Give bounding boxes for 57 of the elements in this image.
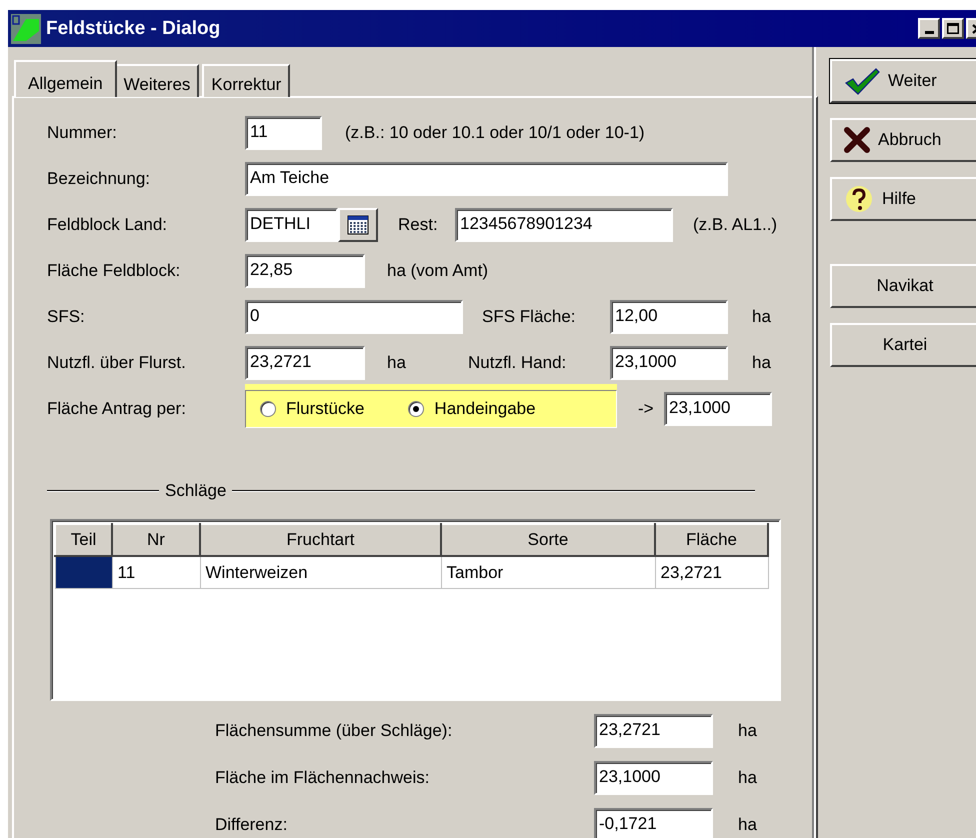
field-note: Nutzfl. Hand:: [468, 353, 568, 373]
tab[interactable]: Weiteres: [114, 64, 200, 97]
field-label: Nutzfl. über Flurst.: [47, 353, 187, 373]
field-note: (z.B.: 10 oder 10.1 oder 10/1 oder 10-1): [345, 123, 645, 143]
field-note: ha: [752, 307, 771, 327]
field-note: ha: [752, 353, 771, 373]
column-header[interactable]: Nr: [112, 524, 200, 556]
table-cell: Winterweizen: [200, 556, 441, 588]
input-field[interactable]: 22,85: [245, 254, 365, 288]
window-title: Feldstücke - Dialog: [46, 18, 220, 40]
field-note: ->: [638, 399, 655, 419]
help-button[interactable]: Hilfe: [830, 177, 976, 221]
column-header[interactable]: Teil: [55, 524, 112, 556]
button[interactable]: Navikat: [830, 264, 976, 308]
input-field[interactable]: 12,00: [610, 300, 728, 334]
input-field[interactable]: Am Teiche: [245, 162, 728, 196]
table-cell: 11: [112, 556, 200, 588]
field-label: Bezeichnung:: [47, 169, 152, 189]
field-note: SFS Fläche:: [482, 307, 577, 327]
input-field[interactable]: 23,1000: [594, 760, 713, 794]
field-label: Fläche Feldblock:: [47, 261, 182, 281]
field-label: Flächensumme (über Schläge):: [215, 720, 454, 740]
input-field[interactable]: 12345678901234: [455, 208, 673, 242]
input-field[interactable]: 23,2721: [245, 346, 365, 380]
cancel-button[interactable]: Abbruch: [830, 118, 976, 162]
field-note: (z.B. AL1..): [693, 215, 778, 235]
tab[interactable]: Korrektur: [202, 64, 290, 97]
input-field[interactable]: 0: [245, 300, 463, 334]
input-field[interactable]: 11: [245, 116, 322, 150]
input-field[interactable]: 23,1000: [610, 346, 728, 380]
radio-label[interactable]: Handeingabe: [434, 399, 536, 419]
continue-button[interactable]: Weiter: [830, 59, 976, 103]
tab[interactable]: Allgemein: [14, 60, 117, 97]
field-label: Nummer:: [47, 123, 118, 143]
table-cell: 23,2721: [655, 556, 768, 588]
section-title: Schläge: [165, 481, 226, 501]
input-field[interactable]: DETHLI: [245, 208, 338, 242]
input-field[interactable]: 23,1000: [664, 392, 772, 426]
field-label: Differenz:: [215, 814, 288, 834]
field-label: Fläche Antrag per:: [47, 399, 187, 419]
field-label: SFS:: [47, 307, 86, 327]
field-label: Feldblock Land:: [47, 215, 168, 235]
input-field[interactable]: -0,1721: [594, 808, 713, 838]
field-note: Rest:: [398, 215, 439, 235]
column-header[interactable]: Fruchtart: [200, 524, 441, 556]
unit-label: ha: [738, 814, 757, 834]
field-note: ha (vom Amt): [387, 261, 488, 281]
field-note: ha: [387, 353, 407, 373]
input-field[interactable]: 23,2721: [594, 714, 713, 748]
radio-label[interactable]: Flurstücke: [286, 399, 364, 419]
table-cell: Tambor: [441, 556, 655, 588]
unit-label: ha: [738, 720, 757, 740]
column-header[interactable]: Fläche: [655, 524, 768, 556]
button[interactable]: Kartei: [830, 323, 976, 367]
unit-label: ha: [738, 768, 757, 788]
field-label: Fläche im Flächennachweis:: [215, 768, 430, 788]
column-header[interactable]: Sorte: [441, 524, 655, 556]
